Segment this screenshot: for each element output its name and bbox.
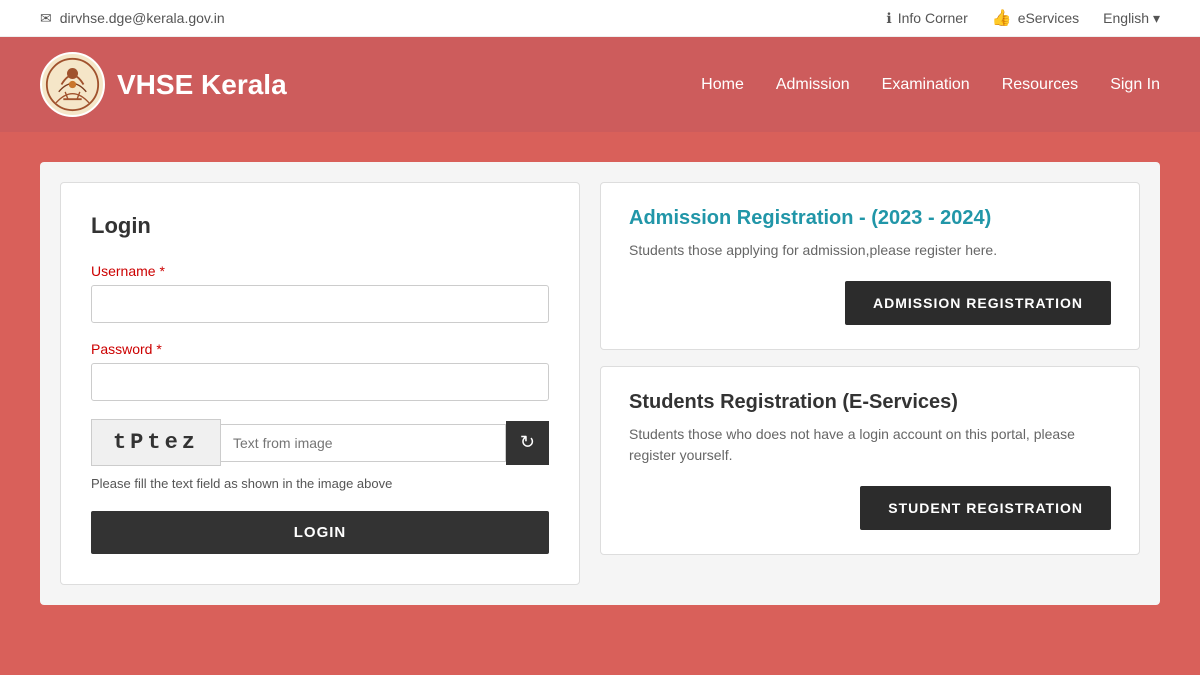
students-reg-description: Students those who does not have a login… (629, 424, 1111, 466)
admission-description: Students those applying for admission,pl… (629, 240, 1111, 261)
captcha-image: tPtez (91, 419, 221, 466)
nav-resources[interactable]: Resources (1002, 76, 1078, 94)
captcha-refresh-button[interactable] (506, 421, 549, 465)
top-bar-left: dirvhse.dge@kerala.gov.in (40, 10, 225, 27)
site-name: VHSE Kerala (117, 69, 287, 101)
admission-registration-button[interactable]: ADMISSION REGISTRATION (845, 281, 1111, 325)
eservices-label: eServices (1018, 10, 1079, 26)
info-corner-label: Info Corner (898, 10, 968, 26)
nav-signin[interactable]: Sign In (1110, 76, 1160, 94)
captcha-input[interactable] (221, 424, 506, 462)
students-reg-title: Students Registration (E-Services) (629, 391, 1111, 414)
password-required: * (156, 341, 161, 357)
students-reg-card: Students Registration (E-Services) Stude… (600, 366, 1140, 555)
admission-year: (2023 - 2024) (871, 207, 991, 229)
password-label: Password * (91, 341, 549, 357)
captcha-row: tPtez (91, 419, 549, 466)
student-registration-button[interactable]: STUDENT REGISTRATION (860, 486, 1111, 530)
language-selector[interactable]: English ▾ (1103, 10, 1160, 27)
login-card: Login Username * Password * tPtez (60, 182, 580, 585)
top-bar: dirvhse.dge@kerala.gov.in Info Corner eS… (0, 0, 1200, 37)
thumbsup-icon (992, 8, 1012, 28)
nav-home[interactable]: Home (701, 76, 744, 94)
username-label: Username * (91, 263, 549, 279)
content-wrapper: Login Username * Password * tPtez (40, 162, 1160, 605)
main-nav: Home Admission Examination Resources Sig… (701, 76, 1160, 94)
logo-image (40, 52, 105, 117)
username-required: * (159, 263, 164, 279)
right-column: Admission Registration - (2023 - 2024) S… (600, 182, 1140, 585)
email-icon (40, 10, 52, 27)
nav-admission[interactable]: Admission (776, 76, 850, 94)
admission-card: Admission Registration - (2023 - 2024) S… (600, 182, 1140, 350)
password-group: Password * (91, 341, 549, 401)
captcha-hint: Please fill the text field as shown in t… (91, 476, 549, 491)
main-background: Login Username * Password * tPtez (0, 132, 1200, 635)
nav-examination[interactable]: Examination (882, 76, 970, 94)
username-input[interactable] (91, 285, 549, 323)
info-corner-link[interactable]: Info Corner (886, 10, 967, 27)
login-title: Login (91, 213, 549, 239)
refresh-icon (520, 432, 535, 453)
admission-title: Admission Registration - (2023 - 2024) (629, 207, 1111, 230)
header: VHSE Kerala Home Admission Examination R… (0, 37, 1200, 132)
login-button[interactable]: LOGIN (91, 511, 549, 554)
email-address: dirvhse.dge@kerala.gov.in (60, 10, 225, 26)
top-bar-right: Info Corner eServices English ▾ (886, 8, 1160, 28)
eservices-link[interactable]: eServices (992, 8, 1079, 28)
info-icon (886, 10, 891, 27)
password-input[interactable] (91, 363, 549, 401)
username-group: Username * (91, 263, 549, 323)
logo-area: VHSE Kerala (40, 52, 287, 117)
